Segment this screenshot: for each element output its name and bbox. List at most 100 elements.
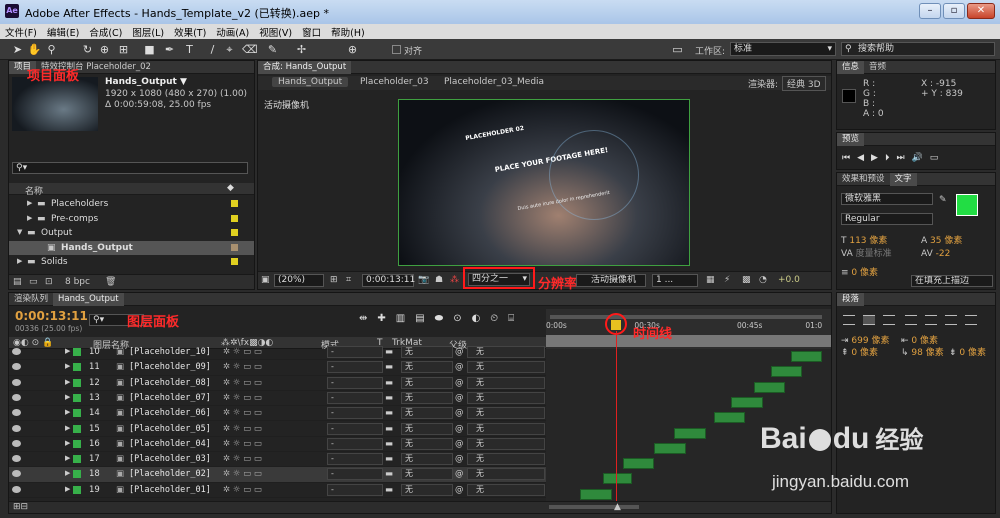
blend-mode-select[interactable]: - [327, 376, 383, 389]
chevron-right-icon[interactable]: ▶ [65, 439, 70, 447]
tab-paragraph[interactable]: 段落 [837, 293, 865, 306]
close-button[interactable]: ✕ [967, 3, 995, 19]
views-select[interactable]: 1 ... [652, 274, 698, 287]
chevron-right-icon[interactable]: ▶ [65, 378, 70, 386]
chevron-right-icon[interactable]: ▶ [65, 408, 70, 416]
help-search-input[interactable]: ⚲ 搜索帮助 [841, 42, 995, 56]
preserve-transparency-icon[interactable]: ▬ [385, 347, 393, 357]
channel-icon[interactable]: ⁂ [450, 275, 459, 285]
trkmat-select[interactable]: 无 [401, 376, 453, 389]
preserve-transparency-icon[interactable]: ▬ [385, 408, 393, 418]
text-tool-icon[interactable]: T [182, 42, 197, 57]
layer-duration-bar[interactable] [622, 458, 655, 470]
workspace-select[interactable]: 标准 ▾ [730, 42, 836, 56]
layer-row[interactable]: ▶ 11 ▣ [Placeholder_09] ✲ ☼ ▭ ▭ - ▬ 无 @ 无 [9, 360, 546, 376]
preserve-transparency-icon[interactable]: ▬ [385, 485, 393, 495]
layer-switches[interactable]: ✲ ☼ ▭ ▭ [223, 485, 262, 495]
comp-name[interactable]: Hands_Output ▼ [105, 77, 187, 87]
grid-icon[interactable]: ⌗ [346, 275, 351, 285]
project-item[interactable]: ▶ ▬ Solids [9, 255, 254, 269]
blend-mode-select[interactable]: - [327, 437, 383, 450]
trkmat-select[interactable]: 无 [401, 407, 453, 420]
camera-select[interactable]: 活动摄像机 [576, 274, 646, 287]
layer-switches[interactable]: ✲ ☼ ▭ ▭ [223, 393, 262, 403]
justify-all-icon[interactable] [965, 315, 977, 325]
blend-mode-select[interactable]: - [327, 361, 383, 374]
layer-duration-bar[interactable] [580, 488, 612, 500]
layer-duration-bar[interactable] [791, 351, 823, 362]
stroke-mode-select[interactable]: 在填充上描边 [911, 275, 993, 287]
preserve-transparency-icon[interactable]: ▬ [385, 378, 393, 388]
align-left-icon[interactable] [843, 315, 855, 325]
parent-select[interactable]: 无 [467, 468, 545, 481]
menu-help[interactable]: 帮助(H) [326, 24, 370, 40]
layer-name[interactable]: [Placeholder_01] [129, 485, 211, 495]
trkmat-select[interactable]: 无 [401, 437, 453, 450]
project-item[interactable]: ▶ ▬ Placeholders [9, 197, 254, 211]
label-color-swatch[interactable] [231, 214, 238, 222]
layer-switches[interactable]: ✲ ☼ ▭ ▭ [223, 362, 262, 372]
pick-whip-icon[interactable]: @ [455, 378, 464, 388]
zoom-select[interactable]: (20%) [274, 274, 324, 287]
eye-icon[interactable] [12, 393, 21, 401]
project-item[interactable]: ▶ ▬ Pre-comps [9, 212, 254, 226]
layer-switches[interactable]: ✲ ☼ ▭ ▭ [223, 347, 262, 357]
eraser-tool-icon[interactable]: ⌫ [242, 42, 258, 57]
menu-file[interactable]: 文件(F) [0, 24, 42, 40]
tracking-value[interactable]: -22 [936, 249, 951, 259]
label-color-swatch[interactable] [73, 439, 81, 448]
indent-left-value[interactable]: 699 像素 [851, 336, 889, 346]
menu-edit[interactable]: 编辑(E) [42, 24, 84, 40]
transparency-grid-icon[interactable]: ▩ [742, 275, 751, 285]
playhead-handle[interactable] [611, 320, 621, 330]
eye-icon[interactable] [12, 378, 21, 386]
blend-mode-select[interactable]: - [327, 468, 383, 481]
layer-duration-bar[interactable] [771, 366, 803, 378]
chevron-right-icon[interactable]: ▶ [27, 199, 32, 207]
layer-switches[interactable]: ✲ ☼ ▭ ▭ [223, 454, 262, 464]
menu-composition[interactable]: 合成(C) [84, 24, 127, 40]
chevron-right-icon[interactable]: ▶ [65, 485, 70, 493]
menu-effect[interactable]: 效果(T) [169, 24, 211, 40]
justify-right-icon[interactable] [945, 315, 957, 325]
pick-whip-icon[interactable]: @ [455, 362, 464, 372]
layer-row[interactable]: ▶ 17 ▣ [Placeholder_03] ✲ ☼ ▭ ▭ - ▬ 无 @ 无 [9, 452, 546, 468]
preserve-transparency-icon[interactable]: ▬ [385, 362, 393, 372]
eye-icon[interactable] [12, 363, 21, 371]
trkmat-select[interactable]: 无 [401, 468, 453, 481]
label-color-swatch[interactable] [73, 363, 81, 372]
camera-tool-icon[interactable]: ⊕ [97, 42, 112, 57]
trkmat-select[interactable]: 无 [401, 361, 453, 374]
font-family-select[interactable]: 微软雅黑 [841, 193, 933, 205]
crumb-placeholder-03-media[interactable]: Placeholder_03_Media [444, 77, 544, 87]
pick-whip-icon[interactable]: @ [455, 424, 464, 434]
timeline-timecode[interactable]: 0:00:13:11 [15, 309, 88, 323]
eye-icon[interactable] [12, 348, 21, 355]
font-style-select[interactable]: Regular [841, 213, 933, 225]
layer-switches[interactable]: ✲ ☼ ▭ ▭ [223, 378, 262, 388]
label-color-swatch[interactable] [231, 243, 238, 251]
safe-zones-icon[interactable]: ⊞ [330, 275, 338, 285]
layer-duration-bar[interactable] [731, 396, 763, 408]
resolution-select[interactable]: 四分之一 ▾ [468, 273, 530, 286]
preserve-transparency-icon[interactable]: ▬ [385, 424, 393, 434]
tab-render-queue[interactable]: 渲染队列 [9, 293, 53, 306]
label-color-swatch[interactable] [73, 424, 81, 433]
selection-tool-icon[interactable]: ➤ [10, 42, 25, 57]
layer-name[interactable]: [Placeholder_03] [129, 454, 211, 464]
layer-name[interactable]: [Placeholder_10] [129, 347, 211, 357]
blend-mode-select[interactable]: - [327, 407, 383, 420]
trkmat-select[interactable]: 无 [401, 453, 453, 466]
menu-layer[interactable]: 图层(L) [127, 24, 169, 40]
justify-left-icon[interactable] [905, 315, 917, 325]
layer-row[interactable]: ▶ 18 ▣ [Placeholder_02] ✲ ☼ ▭ ▭ - ▬ 无 @ 无 [9, 467, 546, 483]
layer-name[interactable]: [Placeholder_04] [129, 439, 211, 449]
show-snapshot-icon[interactable]: ☗ [435, 275, 443, 285]
exposure-value[interactable]: +0.0 [778, 275, 800, 285]
crumb-hands-output[interactable]: Hands_Output [272, 77, 349, 87]
parent-select[interactable]: 无 [467, 453, 545, 466]
minimize-button[interactable]: – [919, 3, 941, 19]
crumb-placeholder-03[interactable]: Placeholder_03 [360, 77, 429, 87]
leading-value[interactable]: 35 像素 [930, 236, 962, 246]
layer-name[interactable]: [Placeholder_06] [129, 408, 211, 418]
